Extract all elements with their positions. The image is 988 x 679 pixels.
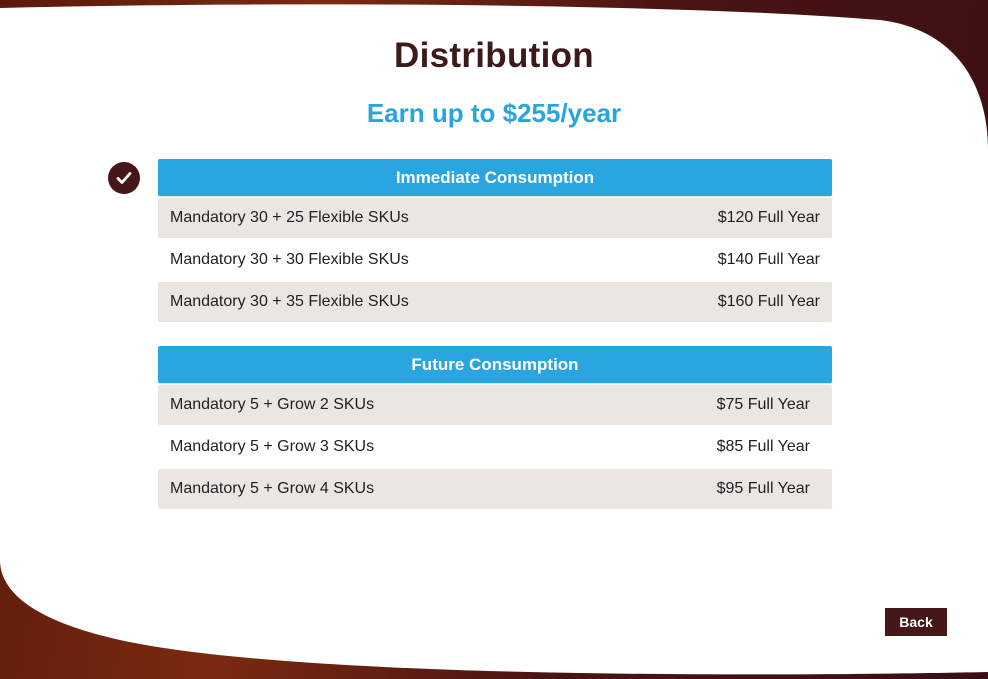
row-label: Mandatory 5 + Grow 3 SKUs bbox=[170, 438, 375, 455]
checkmark-icon[interactable] bbox=[108, 162, 140, 194]
row-label: Mandatory 30 + 25 Flexible SKUs bbox=[170, 209, 409, 226]
table-row[interactable]: Mandatory 5 + Grow 2 SKUs $75 Full Year bbox=[158, 385, 832, 425]
table-row[interactable]: Mandatory 5 + Grow 3 SKUs $85 Full Year bbox=[158, 427, 832, 467]
row-price: $140 Full Year bbox=[717, 251, 820, 268]
section-future-consumption: Future Consumption Mandatory 5 + Grow 2 … bbox=[158, 346, 832, 509]
row-label: Mandatory 5 + Grow 2 SKUs bbox=[170, 396, 375, 413]
back-button[interactable]: Back bbox=[885, 608, 947, 636]
row-price: $95 Full Year bbox=[716, 480, 810, 497]
table-row[interactable]: Mandatory 30 + 35 Flexible SKUs $160 Ful… bbox=[158, 282, 832, 322]
section-header[interactable]: Future Consumption bbox=[158, 346, 832, 383]
row-label: Mandatory 5 + Grow 4 SKUs bbox=[170, 480, 375, 497]
section-immediate-consumption: Immediate Consumption Mandatory 30 + 25 … bbox=[158, 159, 832, 322]
row-price: $75 Full Year bbox=[716, 396, 810, 413]
row-price: $85 Full Year bbox=[716, 438, 810, 455]
slide-stage: Distribution Earn up to $255/year Immedi… bbox=[0, 0, 988, 679]
row-price: $120 Full Year bbox=[717, 209, 820, 226]
page-subtitle: Earn up to $255/year bbox=[366, 98, 622, 128]
section-header[interactable]: Immediate Consumption bbox=[158, 159, 832, 196]
row-price: $160 Full Year bbox=[717, 293, 820, 310]
row-label: Mandatory 30 + 35 Flexible SKUs bbox=[170, 293, 409, 310]
table-row[interactable]: Mandatory 30 + 30 Flexible SKUs $140 Ful… bbox=[158, 240, 832, 280]
table-row[interactable]: Mandatory 5 + Grow 4 SKUs $95 Full Year bbox=[158, 469, 832, 509]
table-row[interactable]: Mandatory 30 + 25 Flexible SKUs $120 Ful… bbox=[158, 198, 832, 238]
page-title: Distribution bbox=[394, 36, 594, 75]
row-label: Mandatory 30 + 30 Flexible SKUs bbox=[170, 251, 409, 268]
